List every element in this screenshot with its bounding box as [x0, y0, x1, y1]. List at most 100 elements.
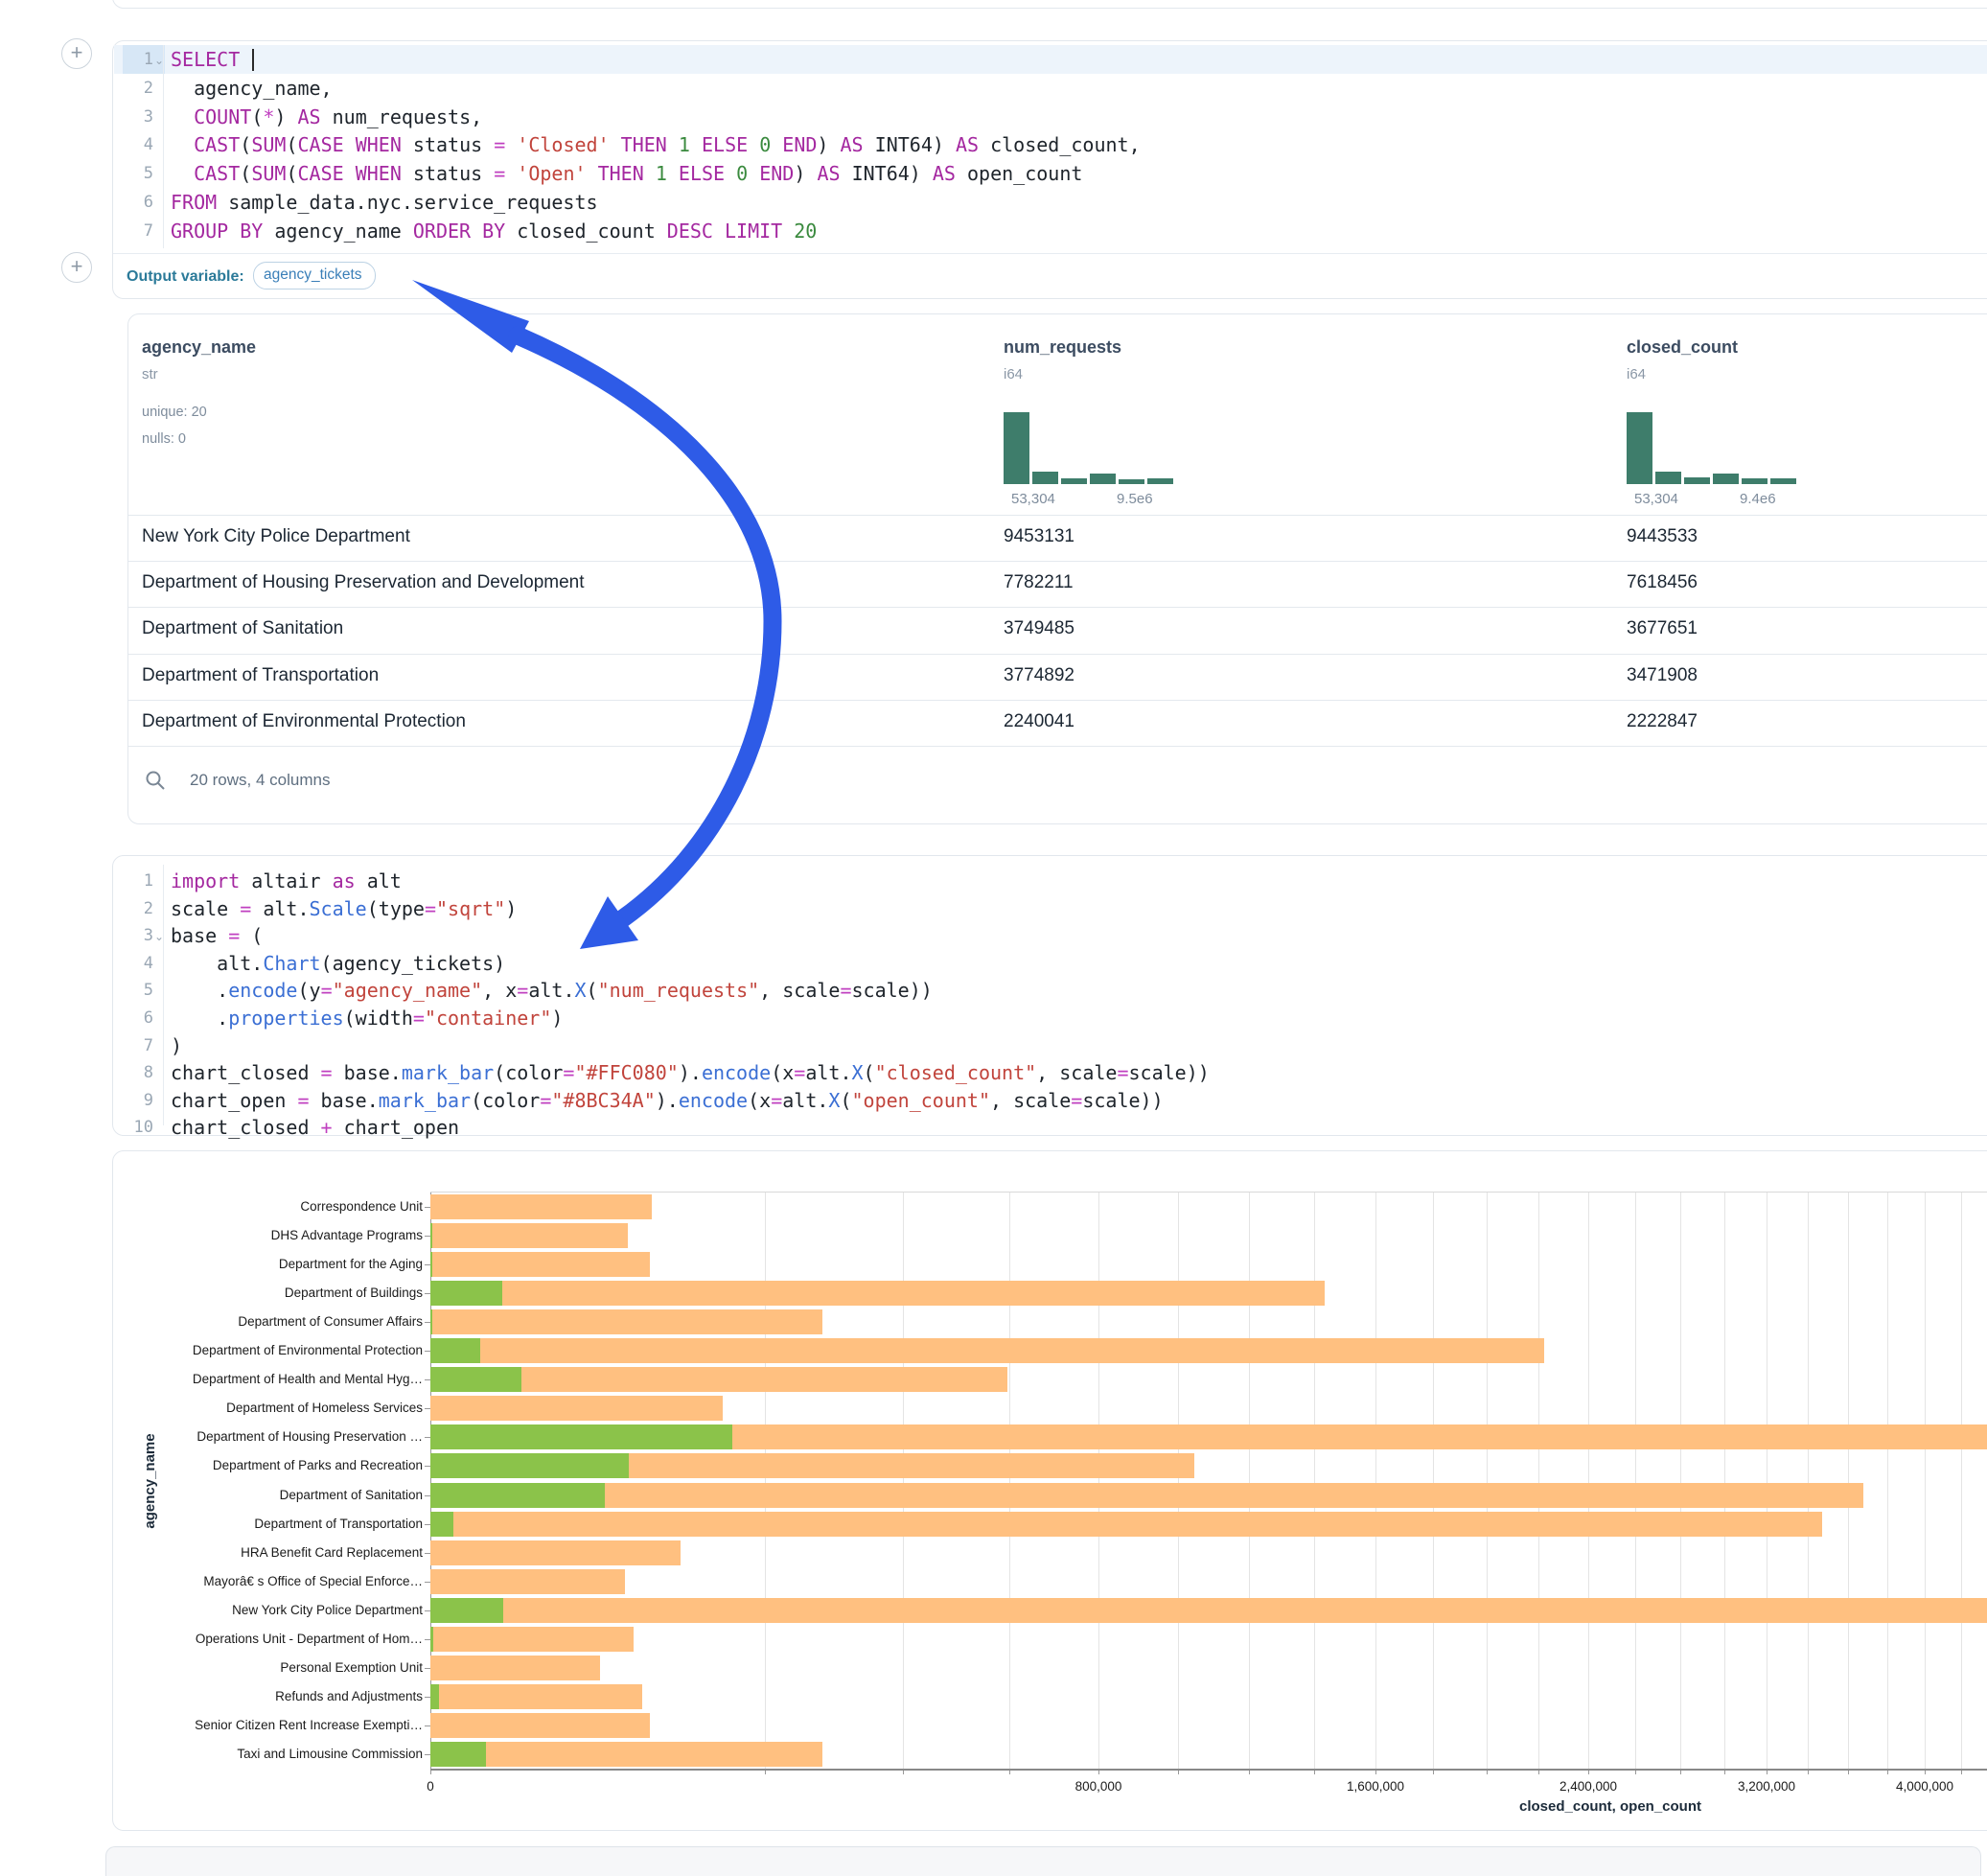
code-line[interactable]: chart_open = base.mark_bar(color="#8BC34… — [171, 1086, 1164, 1115]
line-number: 5 — [115, 159, 153, 188]
table-cell-closed-count[interactable]: 3677651 — [1627, 618, 1698, 639]
bar-closed-count[interactable] — [430, 1396, 723, 1421]
sql-output-divider — [113, 253, 1987, 254]
bar-closed-count[interactable] — [430, 1540, 681, 1565]
y-category-label: Department of Transportation — [116, 1517, 423, 1531]
column-name[interactable]: num_requests — [1004, 337, 1121, 358]
row-divider — [128, 654, 1987, 655]
bar-open-count[interactable] — [430, 1223, 432, 1248]
bar-closed-count[interactable] — [430, 1569, 625, 1594]
code-line[interactable]: CAST(SUM(CASE WHEN status = 'Closed' THE… — [171, 130, 1141, 159]
bar-closed-count[interactable] — [430, 1684, 642, 1709]
column-type: i64 — [1627, 366, 1646, 382]
line-number: 1 — [115, 45, 153, 74]
bar-open-count[interactable] — [430, 1309, 432, 1334]
plot-top-border — [430, 1192, 1987, 1193]
code-line[interactable]: base = ( — [171, 921, 263, 950]
bar-open-count[interactable] — [430, 1453, 629, 1478]
code-line[interactable]: .properties(width="container") — [171, 1004, 563, 1032]
bar-open-count[interactable] — [430, 1252, 432, 1277]
bar-closed-count[interactable] — [430, 1483, 1863, 1508]
histogram-max-label: 9.4e6 — [1740, 491, 1776, 507]
bar-open-count[interactable] — [430, 1281, 502, 1306]
code-line[interactable]: FROM sample_data.nyc.service_requests — [171, 188, 598, 217]
code-line[interactable]: chart_closed + chart_open — [171, 1113, 459, 1142]
table-cell-agency[interactable]: Department of Environmental Protection — [142, 711, 466, 732]
table-cell-agency[interactable]: Department of Transportation — [142, 665, 379, 686]
add-cell-button-below[interactable]: + — [61, 252, 92, 283]
code-line[interactable]: COUNT(*) AS num_requests, — [171, 103, 482, 131]
output-variable-pill[interactable]: agency_tickets — [253, 262, 376, 290]
table-cell-closed-count[interactable]: 2222847 — [1627, 711, 1698, 732]
bar-closed-count[interactable] — [430, 1252, 650, 1277]
y-category-label: HRA Benefit Card Replacement — [116, 1545, 423, 1560]
bar-open-count[interactable] — [430, 1627, 433, 1652]
table-cell-agency[interactable]: New York City Police Department — [142, 526, 410, 547]
table-cell-agency[interactable]: Department of Housing Preservation and D… — [142, 572, 585, 593]
bar-open-count[interactable] — [430, 1367, 521, 1392]
y-category-label: Department of Environmental Protection — [116, 1343, 423, 1357]
bar-closed-count[interactable] — [430, 1281, 1325, 1306]
y-category-label: Department of Housing Preservation … — [116, 1429, 423, 1444]
bar-open-count[interactable] — [430, 1338, 480, 1363]
y-category-label: Correspondence Unit — [116, 1199, 423, 1214]
code-line[interactable]: import altair as alt — [171, 867, 402, 895]
bar-closed-count[interactable] — [430, 1338, 1544, 1363]
table-cell-num-requests[interactable]: 3774892 — [1004, 665, 1074, 686]
x-tick-label: 4,000,000 — [1858, 1779, 1987, 1794]
gridline — [1009, 1193, 1010, 1769]
bar-closed-count[interactable] — [430, 1223, 628, 1248]
table-cell-num-requests[interactable]: 3749485 — [1004, 618, 1074, 639]
column-histogram — [1004, 412, 1173, 484]
column-name[interactable]: agency_name — [142, 337, 256, 358]
code-line[interactable]: CAST(SUM(CASE WHEN status = 'Open' THEN … — [171, 159, 1082, 188]
histogram-bar — [1147, 478, 1173, 484]
bar-open-count[interactable] — [430, 1424, 732, 1449]
histogram-min-label: 53,304 — [1634, 491, 1678, 507]
code-line[interactable]: alt.Chart(agency_tickets) — [171, 949, 505, 978]
code-line[interactable]: ) — [171, 1031, 182, 1060]
dataframe-preview-card — [127, 313, 1987, 824]
bar-open-count[interactable] — [430, 1742, 486, 1767]
bar-open-count[interactable] — [430, 1684, 439, 1709]
table-cell-num-requests[interactable]: 9453131 — [1004, 526, 1074, 547]
line-number: 3 — [115, 103, 153, 131]
row-divider — [128, 561, 1987, 562]
table-cell-closed-count[interactable]: 3471908 — [1627, 665, 1698, 686]
collapse-chevron-icon[interactable]: ⌄ — [154, 54, 164, 67]
line-number: 5 — [115, 976, 153, 1005]
collapse-chevron-icon[interactable]: ⌄ — [154, 930, 164, 943]
bar-closed-count[interactable] — [430, 1309, 822, 1334]
line-number: 8 — [115, 1058, 153, 1087]
table-cell-num-requests[interactable]: 7782211 — [1004, 572, 1074, 593]
table-cell-num-requests[interactable]: 2240041 — [1004, 711, 1074, 732]
code-line[interactable]: agency_name, — [171, 74, 333, 103]
table-cell-closed-count[interactable]: 9443533 — [1627, 526, 1698, 547]
search-icon[interactable] — [144, 769, 167, 792]
bar-closed-count[interactable] — [430, 1598, 1987, 1623]
bar-closed-count[interactable] — [430, 1627, 634, 1652]
bar-open-count[interactable] — [430, 1483, 605, 1508]
bar-open-count[interactable] — [430, 1598, 503, 1623]
add-cell-button-top[interactable]: + — [61, 38, 92, 69]
table-cell-agency[interactable]: Department of Sanitation — [142, 618, 343, 639]
code-line[interactable]: chart_closed = base.mark_bar(color="#FFC… — [171, 1058, 1210, 1087]
code-line[interactable]: scale = alt.Scale(type="sqrt") — [171, 894, 517, 923]
bar-closed-count[interactable] — [430, 1194, 652, 1219]
code-line[interactable]: GROUP BY agency_name ORDER BY closed_cou… — [171, 217, 817, 245]
bar-closed-count[interactable] — [430, 1742, 822, 1767]
output-variable-label: Output variable: — [127, 268, 244, 286]
bar-closed-count[interactable] — [430, 1656, 600, 1680]
code-line[interactable]: SELECT — [171, 45, 254, 74]
table-cell-closed-count[interactable]: 7618456 — [1627, 572, 1698, 593]
code-line[interactable]: .encode(y="agency_name", x=alt.X("num_re… — [171, 976, 933, 1005]
bar-closed-count[interactable] — [430, 1512, 1822, 1537]
x-tick-label: 3,200,000 — [1699, 1779, 1834, 1794]
column-name[interactable]: closed_count — [1627, 337, 1738, 358]
y-category-label: Refunds and Adjustments — [116, 1689, 423, 1703]
bar-open-count[interactable] — [430, 1512, 453, 1537]
y-category-label: Department of Parks and Recreation — [116, 1458, 423, 1472]
gridline — [1375, 1193, 1376, 1769]
bar-closed-count[interactable] — [430, 1713, 650, 1738]
histogram-max-label: 9.5e6 — [1117, 491, 1153, 507]
